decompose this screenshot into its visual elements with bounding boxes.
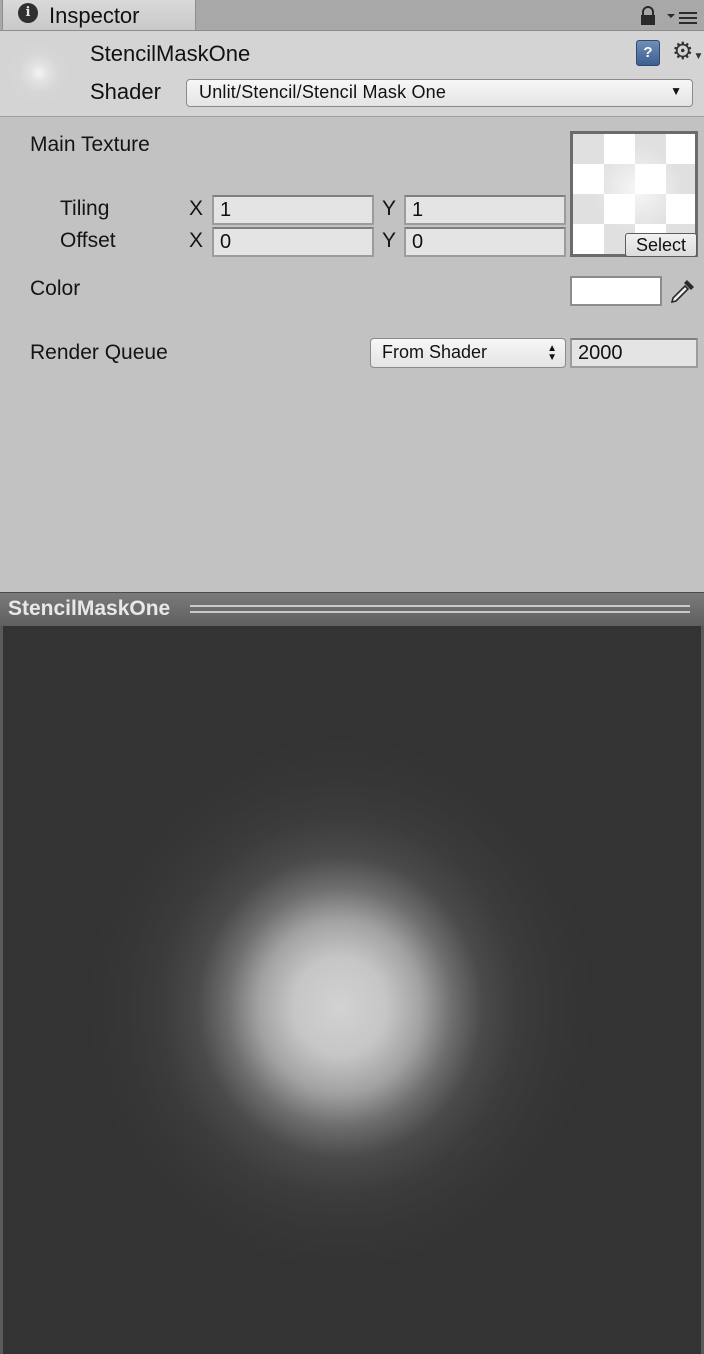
offset-y-field[interactable]: 0 xyxy=(404,227,566,257)
shader-label: Shader xyxy=(90,79,161,104)
info-icon: i xyxy=(18,3,38,23)
gear-icon[interactable]: ⚙▼ xyxy=(672,39,703,65)
tiling-y-label: Y xyxy=(382,197,397,220)
texture-select-button[interactable]: Select xyxy=(625,233,697,257)
render-queue-mode: From Shader xyxy=(382,342,488,362)
preview-header[interactable]: StencilMaskOne xyxy=(0,592,704,627)
tab-bar: i Inspector xyxy=(0,0,704,31)
material-thumbnail xyxy=(4,38,74,108)
tiling-x-field[interactable]: 1 xyxy=(212,195,374,225)
color-label: Color xyxy=(30,277,81,300)
material-header: StencilMaskOne Shader Unlit/Stencil/Sten… xyxy=(0,31,704,117)
preview-title: StencilMaskOne xyxy=(8,597,171,620)
offset-x-label: X xyxy=(189,229,204,252)
updown-arrow-icon: ▲ ▼ xyxy=(547,343,557,363)
material-name: StencilMaskOne xyxy=(90,41,251,66)
preview-drag-handle[interactable] xyxy=(190,605,690,613)
render-queue-field[interactable]: 2000 xyxy=(570,338,698,368)
tab-menu-icon[interactable] xyxy=(667,9,699,25)
tiling-x-label: X xyxy=(189,197,204,220)
offset-label: Offset xyxy=(60,229,116,252)
render-queue-dropdown[interactable]: From Shader ▲ ▼ xyxy=(370,338,566,368)
tab-label: Inspector xyxy=(49,3,140,28)
dropdown-arrow-icon: ▼ xyxy=(670,84,682,98)
render-queue-label: Render Queue xyxy=(30,341,168,364)
help-book-icon[interactable]: ? xyxy=(636,40,660,66)
lock-icon[interactable] xyxy=(639,6,657,26)
offset-y-label: Y xyxy=(382,229,397,252)
tab-inspector[interactable]: i Inspector xyxy=(2,0,196,30)
shader-dropdown[interactable]: Unlit/Stencil/Stencil Mask One ▼ xyxy=(186,79,693,107)
tiling-label: Tiling xyxy=(60,197,110,220)
color-swatch[interactable] xyxy=(570,276,662,306)
main-texture-label: Main Texture xyxy=(30,133,150,156)
shader-value: Unlit/Stencil/Stencil Mask One xyxy=(199,82,447,102)
texture-preview-glow xyxy=(593,144,683,234)
offset-x-field[interactable]: 0 xyxy=(212,227,374,257)
eyedropper-icon[interactable] xyxy=(668,276,698,306)
material-preview[interactable] xyxy=(0,626,704,1354)
tiling-y-field[interactable]: 1 xyxy=(404,195,566,225)
preview-sphere xyxy=(85,726,595,1266)
